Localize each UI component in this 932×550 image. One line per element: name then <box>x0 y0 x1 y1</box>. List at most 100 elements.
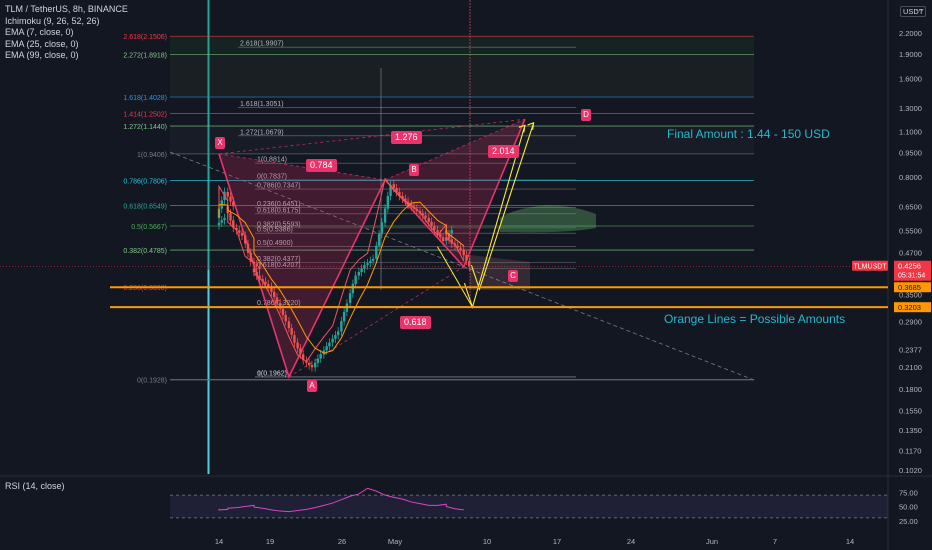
price-tick-label: 0.1170 <box>899 446 921 455</box>
candle-body <box>357 272 361 276</box>
candle-body <box>336 331 340 336</box>
price-tick-label: 0.4700 <box>899 249 922 258</box>
fib-level-label: 2.618(2.1506) <box>123 34 167 41</box>
candle-body <box>226 191 229 197</box>
fib-level-label: 1(0.9406) <box>137 152 167 159</box>
price-tick-label: 0.1800 <box>899 385 922 394</box>
fib-band <box>170 54 754 98</box>
point-x-label: X <box>215 137 225 149</box>
final-amount-note: Final Amount : 1.44 - 150 USD <box>667 127 830 141</box>
candle-body <box>354 275 357 285</box>
fib-level-label: 0.382(0.4785) <box>123 248 167 255</box>
time-tick-label: 26 <box>338 537 346 546</box>
point-c-label: C <box>508 270 518 282</box>
candle-body <box>310 365 314 368</box>
candle-body <box>386 195 390 209</box>
fib-level-label: 0(0.1928) <box>137 377 167 384</box>
point-b-label: B <box>409 164 419 176</box>
candle-body <box>377 234 381 246</box>
trading-chart[interactable]: 2.618(2.1506) 2.272(1.8918) 1.618(1.4028) 1… <box>0 0 932 550</box>
orange-price-text: 0.3203 <box>898 303 921 312</box>
candle-body <box>383 208 387 223</box>
time-tick-label: May <box>388 537 402 546</box>
candle-body <box>284 314 287 322</box>
candle-body <box>232 201 235 207</box>
ratio-xb-label: 0.784 <box>306 159 337 172</box>
candle-body <box>319 354 322 359</box>
candle-body <box>371 258 375 261</box>
price-tick-label: 1.6000 <box>899 74 922 83</box>
fib-level-label: 0.5(0.5667) <box>131 224 167 231</box>
time-tick-label: Jun <box>706 537 718 546</box>
pattern-xab-fill <box>219 153 386 377</box>
time-tick-label: 10 <box>483 537 491 546</box>
time-tick-label: 17 <box>553 537 561 546</box>
rsi-band <box>170 495 888 518</box>
price-tick-label: 1.9000 <box>899 50 922 59</box>
ratio-xd-label: 1.276 <box>391 131 422 144</box>
candle-body <box>395 188 398 193</box>
symbol-badge-text: TLMUSDT <box>853 264 887 271</box>
price-tick-label: 0.1350 <box>899 426 922 435</box>
candle-body <box>468 260 471 267</box>
candle-body <box>220 220 223 223</box>
candle-body <box>375 245 378 259</box>
candle-body <box>366 263 369 266</box>
candle-body <box>275 297 279 304</box>
candle-body <box>392 184 395 188</box>
time-tick-label: 19 <box>266 537 274 546</box>
candle-body <box>380 222 384 234</box>
price-tick-label: 0.1020 <box>899 466 922 475</box>
candle-body <box>229 213 232 221</box>
candle-body <box>436 230 439 234</box>
candle-body <box>316 358 320 363</box>
current-price-text: 0.4256 <box>898 262 921 271</box>
candle-body <box>430 221 433 227</box>
candle-body <box>465 255 468 261</box>
orange-lines-note: Orange Lines = Possible Amounts <box>664 312 846 326</box>
candle-body <box>223 217 226 221</box>
countdown-text: 05:31:54 <box>898 273 925 280</box>
candle-body <box>313 362 317 368</box>
candle-body <box>441 237 445 241</box>
more-icon[interactable]: … <box>915 3 924 13</box>
point-a-label: A <box>307 380 317 392</box>
indicator-ema-25[interactable]: EMA (25, close, 0) <box>5 39 128 51</box>
fib-level-label: 1.272(1.1440) <box>123 124 167 131</box>
orange-price-text: 0.3685 <box>898 283 921 292</box>
fib-level-label-right: 1.618(1.3051) <box>240 101 284 108</box>
candle-body <box>351 283 355 294</box>
ratio-ac-label: 0.618 <box>400 316 431 329</box>
ichimoku-cloud <box>470 205 596 290</box>
candle-body <box>240 232 244 236</box>
fib-level-label: 1.618(1.4028) <box>123 95 167 102</box>
candle-body <box>229 196 232 202</box>
candle-body <box>424 215 427 218</box>
fib-level-label-right: 2.618(1.9907) <box>240 41 284 48</box>
rsi-tick-label: 75.00 <box>899 488 918 497</box>
candle-body <box>244 235 247 244</box>
fib-level-label: 0.618(0.6549) <box>123 203 167 210</box>
candle-body <box>459 247 462 250</box>
rsi-tick-label: 25.00 <box>899 517 918 526</box>
rsi-pane: 75.00 50.00 25.00 <box>170 487 918 526</box>
candle-body <box>290 328 293 335</box>
candle-body <box>217 222 221 226</box>
candle-body <box>255 264 258 267</box>
price-tick-label: 0.2900 <box>899 317 922 326</box>
symbol-title[interactable]: TLM / TetherUS, 8h, BINANCE <box>5 4 128 16</box>
candle-body <box>462 249 465 256</box>
indicator-ema-99[interactable]: EMA (99, close, 0) <box>5 50 128 62</box>
rsi-label[interactable]: RSI (14, close) <box>5 481 65 491</box>
candle-body <box>360 268 363 273</box>
time-tick-label: 24 <box>627 537 635 546</box>
candle-body <box>325 346 328 351</box>
candle-body <box>348 293 352 303</box>
candle-body <box>369 260 372 264</box>
indicator-ichimoku[interactable]: Ichimoku (9, 26, 52, 26) <box>5 16 128 28</box>
fib-level-label-right: 1.272(1.0679) <box>240 129 284 136</box>
price-tick-label: 1.3000 <box>899 104 922 113</box>
fib-level-label: 0.236(0.3693) <box>123 285 167 292</box>
indicator-ema-7[interactable]: EMA (7, close, 0) <box>5 27 128 39</box>
price-tick-label: 0.8000 <box>899 173 922 182</box>
